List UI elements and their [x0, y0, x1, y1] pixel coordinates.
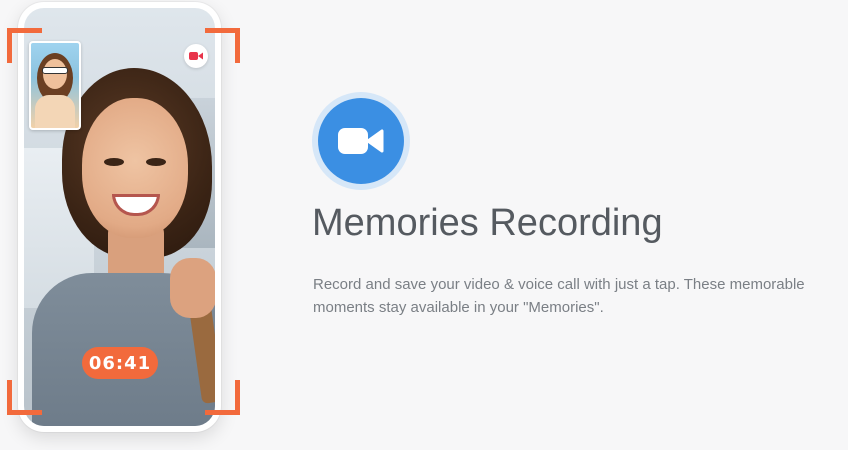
video-record-icon	[189, 52, 203, 60]
corner-bracket-top-right	[205, 28, 240, 63]
feature-section: 06:41 Memories Recording Record and save…	[0, 0, 848, 450]
corner-bracket-top-left	[7, 28, 42, 63]
corner-bracket-bottom-right	[205, 380, 240, 415]
self-view-face	[43, 59, 67, 89]
feature-icon-badge	[312, 92, 410, 190]
video-camera-icon	[338, 128, 384, 154]
sunglasses-icon	[42, 67, 68, 74]
caller-right-eye	[146, 158, 166, 166]
caller-face	[82, 98, 188, 238]
feature-icon-circle	[318, 98, 404, 184]
caller-left-eye	[104, 158, 124, 166]
feature-description: Record and save your video & voice call …	[313, 276, 805, 316]
caller-smile	[112, 194, 160, 216]
self-view-body	[35, 95, 75, 128]
recording-timer: 06:41	[82, 347, 158, 379]
feature-title: Memories Recording	[312, 202, 663, 244]
caller-hand	[170, 258, 215, 318]
corner-bracket-bottom-left	[7, 380, 42, 415]
